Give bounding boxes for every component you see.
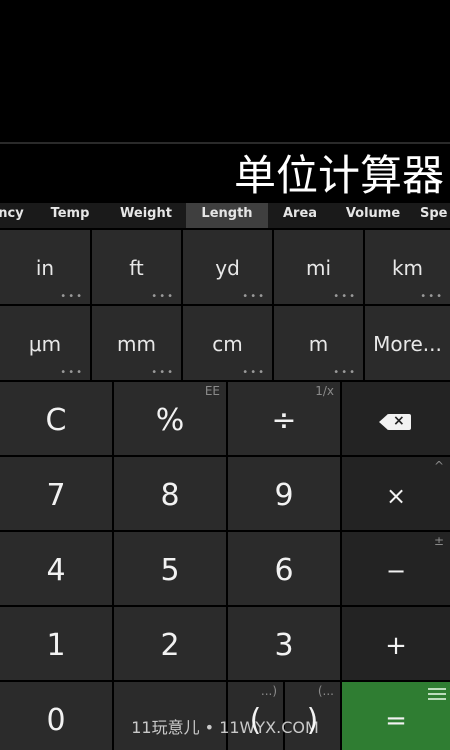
digit-4-button[interactable]: 4 [0,532,112,605]
key-label: 6 [274,553,294,588]
backspace-icon: × [379,413,413,430]
digit-0-button[interactable]: 0 [0,682,112,750]
key-label: 2 [160,628,180,663]
backspace-button[interactable]: × [342,382,450,455]
key-label: + [385,631,407,661]
key-label: × [385,482,407,510]
unit-button-ft[interactable]: ft ••• [92,230,181,304]
unit-button-km[interactable]: km ••• [365,230,450,304]
key-label: % [155,403,185,438]
more-dots-icon: ••• [151,291,175,302]
more-dots-icon: ••• [242,367,266,378]
more-dots-icon: ••• [333,367,357,378]
unit-button-mi[interactable]: mi ••• [274,230,363,304]
top-empty-area [0,0,450,142]
key-label: 3 [274,628,294,663]
unit-label: μm [28,332,62,356]
app-title: 单位计算器 [233,151,444,200]
key-alt-label: ^ [433,459,444,473]
unit-calculator-app: 单位计算器 ncy Temp Weight Length Area Volume… [0,0,450,750]
open-paren-button[interactable]: ...) ( [228,682,283,750]
category-tabs: ncy Temp Weight Length Area Volume Spe [0,203,450,228]
more-dots-icon: ••• [333,291,357,302]
key-label: 7 [46,478,66,513]
percent-button[interactable]: EE % [114,382,226,455]
unit-grid: in ••• ft ••• yd ••• mi ••• km ••• μm ••… [0,230,450,380]
digit-2-button[interactable]: 2 [114,607,226,680]
unit-button-mm[interactable]: mm ••• [92,306,181,380]
key-label: C [45,403,67,438]
close-paren-button[interactable]: (... ) [285,682,340,750]
digit-6-button[interactable]: 6 [228,532,340,605]
tab-length[interactable]: Length [186,203,268,228]
key-label: 5 [160,553,180,588]
key-label: 4 [46,553,66,588]
key-alt-label: 1/x [315,384,334,398]
key-label: 9 [274,478,294,513]
key-label: 0 [46,703,66,738]
unit-button-m[interactable]: m ••• [274,306,363,380]
unit-label: km [391,256,424,280]
unit-label: in [35,256,55,280]
key-label: 8 [160,478,180,513]
decimal-button[interactable] [114,682,226,750]
key-label: 1 [46,628,66,663]
unit-label: mm [117,332,156,356]
more-dots-icon: ••• [60,367,84,378]
more-dots-icon: ••• [420,291,444,302]
key-label: ) [306,703,319,738]
more-dots-icon: ••• [242,291,266,302]
tab-currency[interactable]: ncy [0,203,28,228]
tab-volume[interactable]: Volume [336,203,410,228]
digit-3-button[interactable]: 3 [228,607,340,680]
digit-1-button[interactable]: 1 [0,607,112,680]
unit-label: More... [373,332,442,356]
key-alt-label: ...) [260,684,277,698]
plus-button[interactable]: + [342,607,450,680]
clear-button[interactable]: C [0,382,112,455]
unit-button-more[interactable]: More... [365,306,450,380]
tab-area[interactable]: Area [274,203,326,228]
more-dots-icon: ••• [151,367,175,378]
unit-button-in[interactable]: in ••• [0,230,90,304]
tab-speed[interactable]: Spe [420,203,450,228]
digit-8-button[interactable]: 8 [114,457,226,530]
tab-temp[interactable]: Temp [40,203,100,228]
equals-button[interactable]: = [342,682,450,750]
digit-9-button[interactable]: 9 [228,457,340,530]
minus-button[interactable]: ± − [342,532,450,605]
unit-button-cm[interactable]: cm ••• [183,306,272,380]
key-alt-label: EE [204,384,220,398]
key-alt-label: ± [433,534,444,548]
menu-icon[interactable] [428,688,446,700]
digit-7-button[interactable]: 7 [0,457,112,530]
unit-label: ft [129,256,144,280]
key-label: − [385,557,407,585]
unit-button-um[interactable]: μm ••• [0,306,90,380]
key-label: ÷ [271,403,297,438]
unit-label: yd [215,256,240,280]
tab-weight[interactable]: Weight [112,203,180,228]
unit-label: m [308,332,329,356]
key-icon-wrap: × [342,404,450,438]
unit-label: mi [305,256,332,280]
divide-button[interactable]: 1/x ÷ [228,382,340,455]
key-label: ( [249,703,262,738]
more-dots-icon: ••• [60,291,84,302]
key-alt-label: (... [317,684,334,698]
digit-5-button[interactable]: 5 [114,532,226,605]
multiply-button[interactable]: ^ × [342,457,450,530]
key-label: = [385,706,407,736]
unit-label: cm [212,332,243,356]
unit-button-yd[interactable]: yd ••• [183,230,272,304]
display-area: 单位计算器 [0,144,450,202]
